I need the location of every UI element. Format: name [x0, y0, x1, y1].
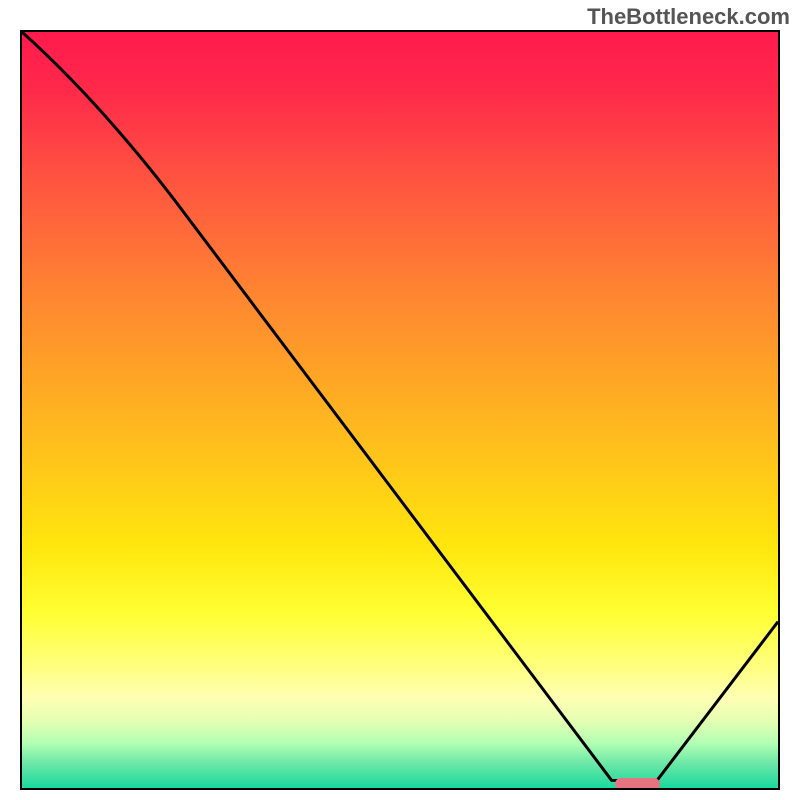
chart-frame — [20, 30, 780, 790]
chart-container: TheBottleneck.com — [0, 0, 800, 800]
bottleneck-curve — [22, 32, 778, 780]
optimal-range-marker — [615, 778, 661, 790]
watermark-text: TheBottleneck.com — [587, 4, 790, 30]
curve-layer — [22, 32, 778, 788]
